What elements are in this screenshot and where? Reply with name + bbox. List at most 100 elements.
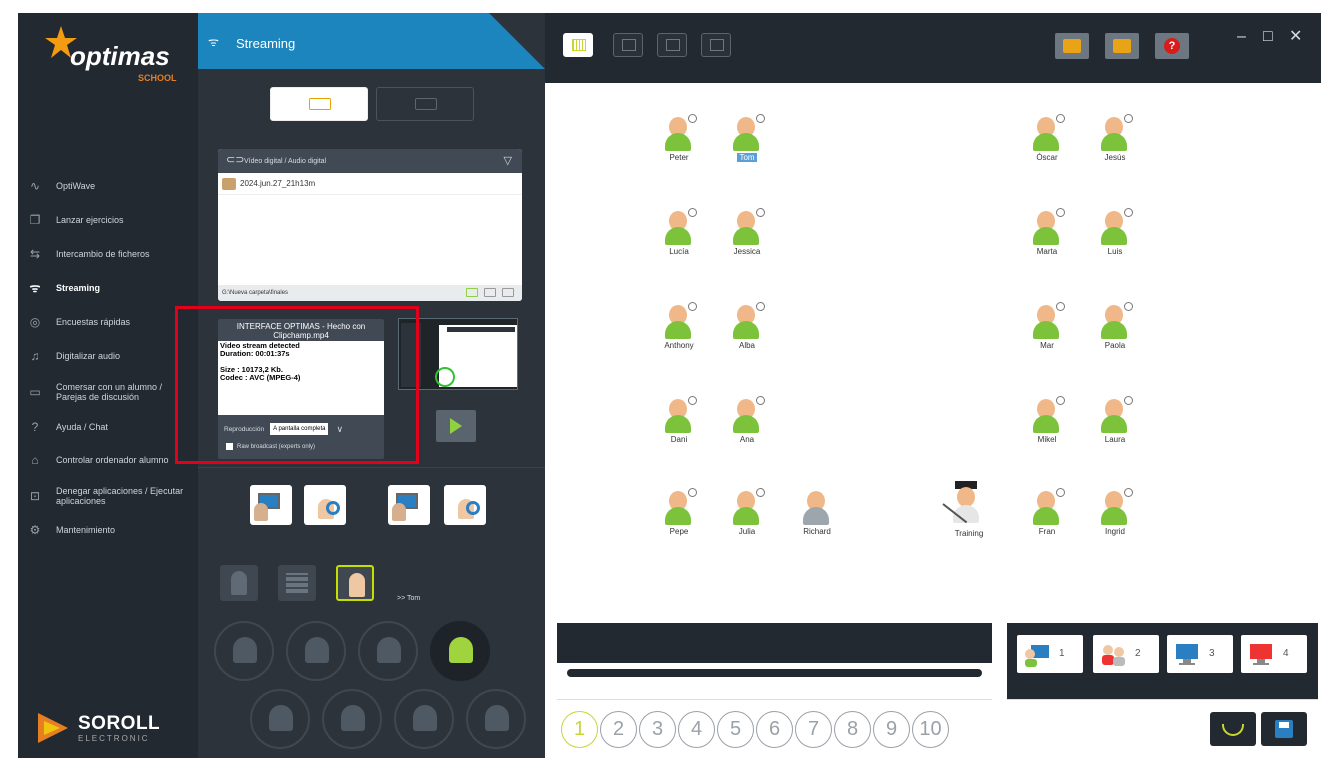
page-number-button[interactable]: 8	[834, 711, 871, 748]
student-station[interactable]: Fran	[1017, 477, 1077, 549]
grid-view-button[interactable]	[563, 33, 593, 57]
page-number-button[interactable]: 6	[756, 711, 793, 748]
student-station[interactable]: Alba	[717, 291, 777, 363]
tile-view-button[interactable]	[613, 33, 643, 57]
sidebar-item[interactable]: ⚙ Mantenimiento	[18, 515, 198, 545]
student-screen-button[interactable]	[388, 485, 430, 525]
student-station[interactable]: Marta	[1017, 197, 1077, 269]
page-number-button[interactable]: 4	[678, 711, 715, 748]
microphone-icon[interactable]	[756, 302, 765, 311]
student-station[interactable]: Laura	[1085, 385, 1145, 457]
student-station[interactable]: Julia	[717, 477, 777, 549]
microphone-icon[interactable]	[756, 114, 765, 123]
microphone-icon[interactable]	[1124, 114, 1133, 123]
page-number-button[interactable]: 9	[873, 711, 910, 748]
filter-icon[interactable]: ▽	[504, 154, 512, 167]
sidebar-item[interactable]: ? Ayuda / Chat	[18, 411, 198, 443]
group-circle-active[interactable]	[430, 621, 490, 681]
microphone-icon[interactable]	[688, 114, 697, 123]
sidebar-item[interactable]: ⇆ Intercambio de ficheros	[18, 237, 198, 271]
minimize-icon[interactable]: –	[1237, 29, 1246, 45]
student-station[interactable]: Lucía	[649, 197, 709, 269]
teacher-station[interactable]: Training	[939, 477, 999, 549]
help-button[interactable]: ?	[1155, 33, 1189, 59]
microphone-icon[interactable]	[1056, 208, 1065, 217]
group-circle[interactable]	[322, 689, 382, 749]
microphone-icon[interactable]	[756, 488, 765, 497]
microphone-icon[interactable]	[756, 208, 765, 217]
student-station[interactable]: Dani	[649, 385, 709, 457]
sidebar-item[interactable]: ◎ Encuestas rápidas	[18, 305, 198, 339]
student-station[interactable]: Richard	[787, 477, 847, 549]
list-view-button[interactable]	[701, 33, 731, 57]
group-circle[interactable]	[250, 689, 310, 749]
channel-button[interactable]: 4	[1241, 635, 1307, 673]
page-number-button[interactable]: 10	[912, 711, 949, 748]
close-icon[interactable]: ✕	[1289, 29, 1302, 45]
new-folder-icon[interactable]	[466, 288, 478, 297]
page-number-button[interactable]: 7	[795, 711, 832, 748]
student-station[interactable]: Paola	[1085, 291, 1145, 363]
single-student-button[interactable]	[336, 565, 374, 601]
microphone-icon[interactable]	[1056, 396, 1065, 405]
teacher-screen-button[interactable]	[250, 485, 292, 525]
maximize-icon[interactable]: □	[1263, 29, 1273, 45]
video-mode-button[interactable]	[270, 87, 368, 121]
student-station[interactable]: Jesús	[1085, 103, 1145, 175]
page-number-button[interactable]: 1	[561, 711, 598, 748]
channel-button[interactable]: 3	[1167, 635, 1233, 673]
sidebar-item[interactable]: ❐ Lanzar ejercicios	[18, 203, 198, 237]
microphone-icon[interactable]	[1124, 488, 1133, 497]
user-view-button[interactable]	[657, 33, 687, 57]
student-station[interactable]: Tom	[717, 103, 777, 175]
group-circle[interactable]	[214, 621, 274, 681]
microphone-icon[interactable]	[1056, 114, 1065, 123]
student-station[interactable]: Anthony	[649, 291, 709, 363]
folder-icon[interactable]	[484, 288, 496, 297]
play-button[interactable]	[436, 410, 476, 442]
microphone-icon[interactable]	[688, 302, 697, 311]
screen-mode-button[interactable]	[376, 87, 474, 121]
microphone-icon[interactable]	[1124, 396, 1133, 405]
microphone-icon[interactable]	[1056, 302, 1065, 311]
microphone-icon[interactable]	[688, 488, 697, 497]
sidebar-item[interactable]: ⌂ Controlar ordenador alumno	[18, 443, 198, 477]
loop-button[interactable]	[1210, 712, 1256, 746]
page-number-button[interactable]: 2	[600, 711, 637, 748]
student-station[interactable]: Ana	[717, 385, 777, 457]
channel-button[interactable]: 1	[1017, 635, 1083, 673]
student-station[interactable]: Jessica	[717, 197, 777, 269]
student-station[interactable]: Mikel	[1017, 385, 1077, 457]
users-tools-button[interactable]	[1105, 33, 1139, 59]
student-station[interactable]: Mar	[1017, 291, 1077, 363]
group-circle[interactable]	[358, 621, 418, 681]
group-circle[interactable]	[286, 621, 346, 681]
classroom-tools-button[interactable]	[1055, 33, 1089, 59]
sidebar-item[interactable]: ∿ OptiWave	[18, 169, 198, 203]
open-folder-icon[interactable]	[502, 288, 514, 297]
student-station[interactable]: Luis	[1085, 197, 1145, 269]
microphone-icon[interactable]	[1056, 488, 1065, 497]
channel-button[interactable]: 2	[1093, 635, 1159, 673]
student-station[interactable]: Óscar	[1017, 103, 1077, 175]
student-station[interactable]: Pepe	[649, 477, 709, 549]
student-station[interactable]: Peter	[649, 103, 709, 175]
sidebar-item[interactable]: ▭ Comersar con un alumno / Parejas de dis…	[18, 373, 198, 411]
page-number-button[interactable]: 3	[639, 711, 676, 748]
microphone-icon[interactable]	[688, 396, 697, 405]
sidebar-item[interactable]: ᯤ Streaming	[18, 271, 198, 305]
microphone-icon[interactable]	[1124, 208, 1133, 217]
sidebar-item[interactable]: ⊡ Denegar aplicaciones / Ejecutar aplicac…	[18, 477, 198, 515]
all-students-button[interactable]	[220, 565, 258, 601]
page-number-button[interactable]: 5	[717, 711, 754, 748]
microphone-icon[interactable]	[756, 396, 765, 405]
teacher-settings-button[interactable]	[304, 485, 346, 525]
file-item[interactable]: 2024.jun.27_21h13m	[218, 173, 522, 195]
save-button[interactable]	[1261, 712, 1307, 746]
microphone-icon[interactable]	[1124, 302, 1133, 311]
student-settings-button[interactable]	[444, 485, 486, 525]
sidebar-item[interactable]: ♫ Digitalizar audio	[18, 339, 198, 373]
group-circle[interactable]	[394, 689, 454, 749]
group-circle[interactable]	[466, 689, 526, 749]
microphone-icon[interactable]	[688, 208, 697, 217]
